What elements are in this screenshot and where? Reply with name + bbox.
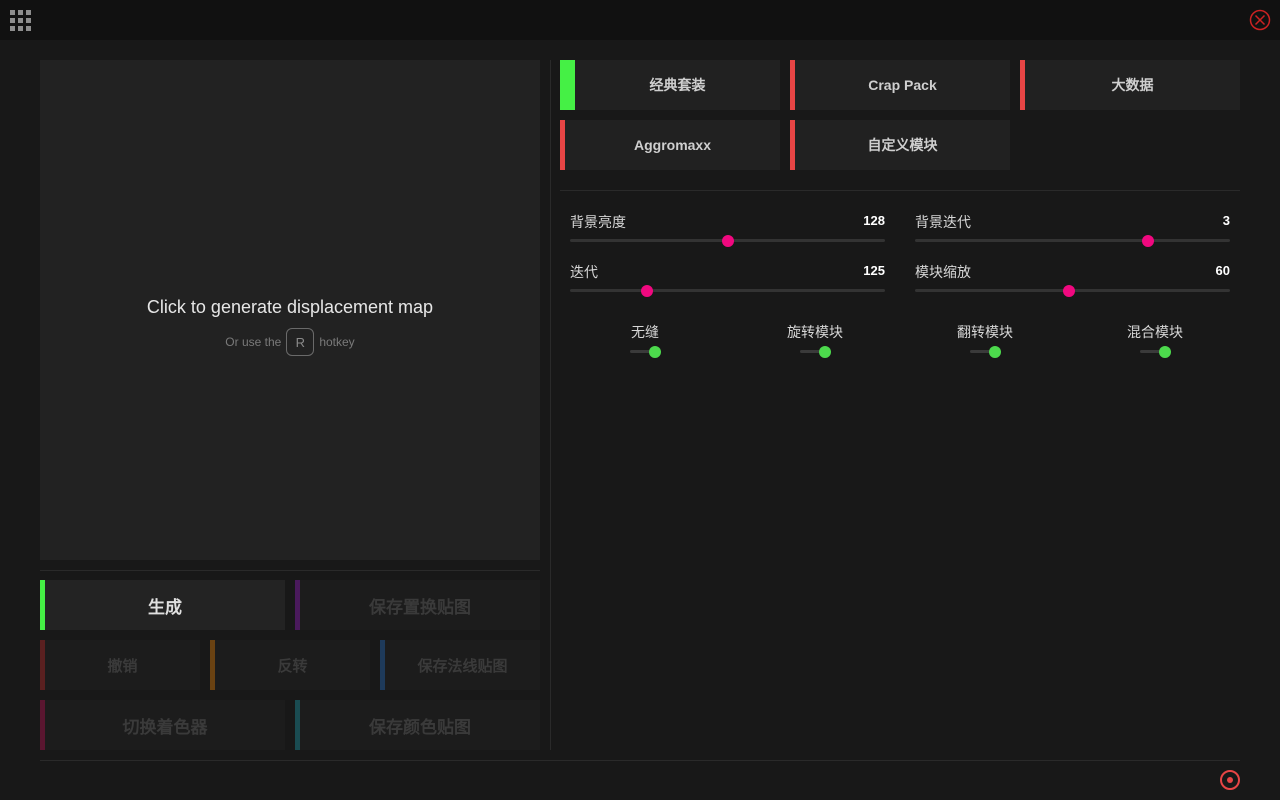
toggle-blend-modules: 混合模块 — [1095, 322, 1215, 362]
slider-background-iterations: 背景迭代 3 — [915, 212, 1230, 247]
toggle-switch[interactable] — [630, 346, 661, 358]
toggle-knob[interactable] — [649, 346, 661, 358]
grid-menu-icon[interactable] — [10, 10, 31, 31]
bottom-divider — [40, 760, 1240, 761]
preset-aggromaxx[interactable]: Aggromaxx — [560, 120, 780, 170]
toggle-label: 混合模块 — [1127, 324, 1183, 340]
preset-custom-modules[interactable]: 自定义模块 — [790, 120, 1010, 170]
toggle-flip-modules: 翻转模块 — [925, 322, 1045, 362]
grid-dot — [10, 10, 15, 15]
displacement-preview[interactable]: Click to generate displacement map Or us… — [40, 60, 540, 560]
slider-iterations: 迭代 125 — [570, 262, 885, 297]
grid-dot — [10, 26, 15, 31]
target-icon[interactable] — [1219, 769, 1241, 791]
toggle-label: 翻转模块 — [957, 324, 1013, 340]
save-color-button[interactable]: 保存颜色贴图 — [295, 700, 540, 750]
toggle-label: 无缝 — [631, 324, 659, 340]
slider-label: 模块缩放 — [915, 264, 971, 280]
slider-background-brightness: 背景亮度 128 — [570, 212, 885, 247]
hint-after: hotkey — [319, 335, 355, 349]
preset-crap-pack[interactable]: Crap Pack — [790, 60, 1010, 110]
slider-label: 迭代 — [570, 264, 598, 280]
close-icon[interactable] — [1249, 9, 1271, 31]
preview-title: Click to generate displacement map — [146, 297, 434, 317]
slider-thumb[interactable] — [1142, 235, 1155, 247]
toggle-knob[interactable] — [819, 346, 831, 358]
grid-dot — [26, 26, 31, 31]
slider-thumb[interactable] — [721, 235, 734, 247]
toggle-switch[interactable] — [1140, 346, 1171, 358]
grid-dot — [18, 18, 23, 23]
undo-button[interactable]: 撤销 — [40, 640, 200, 690]
slider-track[interactable] — [915, 285, 1230, 297]
hotkey-badge: R — [286, 328, 315, 356]
save-normal-button[interactable]: 保存法线贴图 — [380, 640, 540, 690]
slider-value: 60 — [1215, 263, 1230, 278]
slider-module-scale: 模块缩放 60 — [915, 262, 1230, 297]
toggle-rotate-modules: 旋转模块 — [755, 322, 875, 362]
switch-shader-button[interactable]: 切换着色器 — [40, 700, 285, 750]
slider-thumb[interactable] — [1063, 285, 1076, 297]
preset-big-data[interactable]: 大数据 — [1020, 60, 1240, 110]
slider-value: 125 — [863, 263, 885, 278]
invert-button[interactable]: 反转 — [210, 640, 370, 690]
toggle-seamless: 无缝 — [585, 322, 705, 362]
slider-track[interactable] — [915, 235, 1230, 247]
slider-track[interactable] — [570, 285, 885, 297]
preview-hint: Or use the R hotkey — [40, 328, 540, 356]
save-displacement-button[interactable]: 保存置换贴图 — [295, 580, 540, 630]
toggle-switch[interactable] — [970, 346, 1001, 358]
slider-label: 背景亮度 — [570, 214, 626, 230]
slider-thumb[interactable] — [641, 285, 654, 297]
divider — [40, 570, 540, 571]
slider-value: 128 — [863, 213, 885, 228]
vertical-divider — [550, 60, 551, 750]
toggle-label: 旋转模块 — [787, 324, 843, 340]
generate-button[interactable]: 生成 — [40, 580, 285, 630]
toggle-switch[interactable] — [800, 346, 831, 358]
toggle-knob[interactable] — [1159, 346, 1171, 358]
toggle-knob[interactable] — [989, 346, 1001, 358]
hint-before: Or use the — [225, 335, 282, 349]
preset-classic[interactable]: 经典套装 — [560, 60, 780, 110]
top-bar — [0, 0, 1280, 40]
grid-dot — [10, 18, 15, 23]
divider — [560, 190, 1240, 191]
grid-dot — [26, 10, 31, 15]
grid-dot — [18, 10, 23, 15]
slider-track[interactable] — [570, 235, 885, 247]
grid-dot — [18, 26, 23, 31]
slider-label: 背景迭代 — [915, 214, 971, 230]
slider-value: 3 — [1222, 213, 1230, 228]
grid-dot — [26, 18, 31, 23]
